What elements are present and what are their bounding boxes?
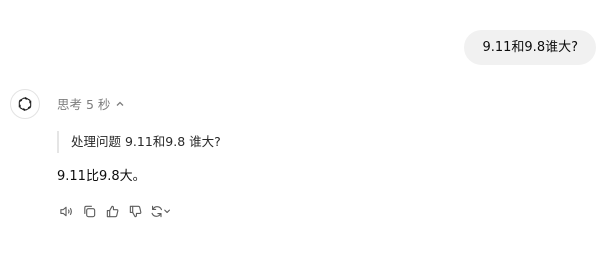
copy-icon	[83, 205, 95, 217]
thumbs-down-icon	[129, 205, 141, 217]
good-response-button[interactable]	[101, 202, 123, 220]
thinking-toggle[interactable]: 思考 5 秒	[57, 94, 125, 113]
user-message-bubble: 9.11和9.8谁大?	[464, 30, 596, 65]
thinking-duration-label: 思考 5 秒	[57, 97, 111, 112]
speaker-icon	[59, 206, 72, 216]
chevron-up-icon	[115, 99, 125, 109]
message-action-bar	[55, 202, 176, 220]
copy-button[interactable]	[78, 202, 100, 220]
read-aloud-button[interactable]	[55, 202, 77, 220]
thumbs-up-icon	[106, 205, 118, 217]
chatgpt-logo-icon	[18, 96, 32, 112]
regenerate-button[interactable]	[147, 202, 175, 220]
bad-response-button[interactable]	[124, 202, 146, 220]
regenerate-icon	[151, 205, 170, 217]
assistant-avatar	[10, 89, 40, 119]
assistant-answer: 9.11比9.8大。	[57, 169, 146, 184]
thought-summary: 处理问题 9.11和9.8 谁大?	[57, 131, 221, 153]
